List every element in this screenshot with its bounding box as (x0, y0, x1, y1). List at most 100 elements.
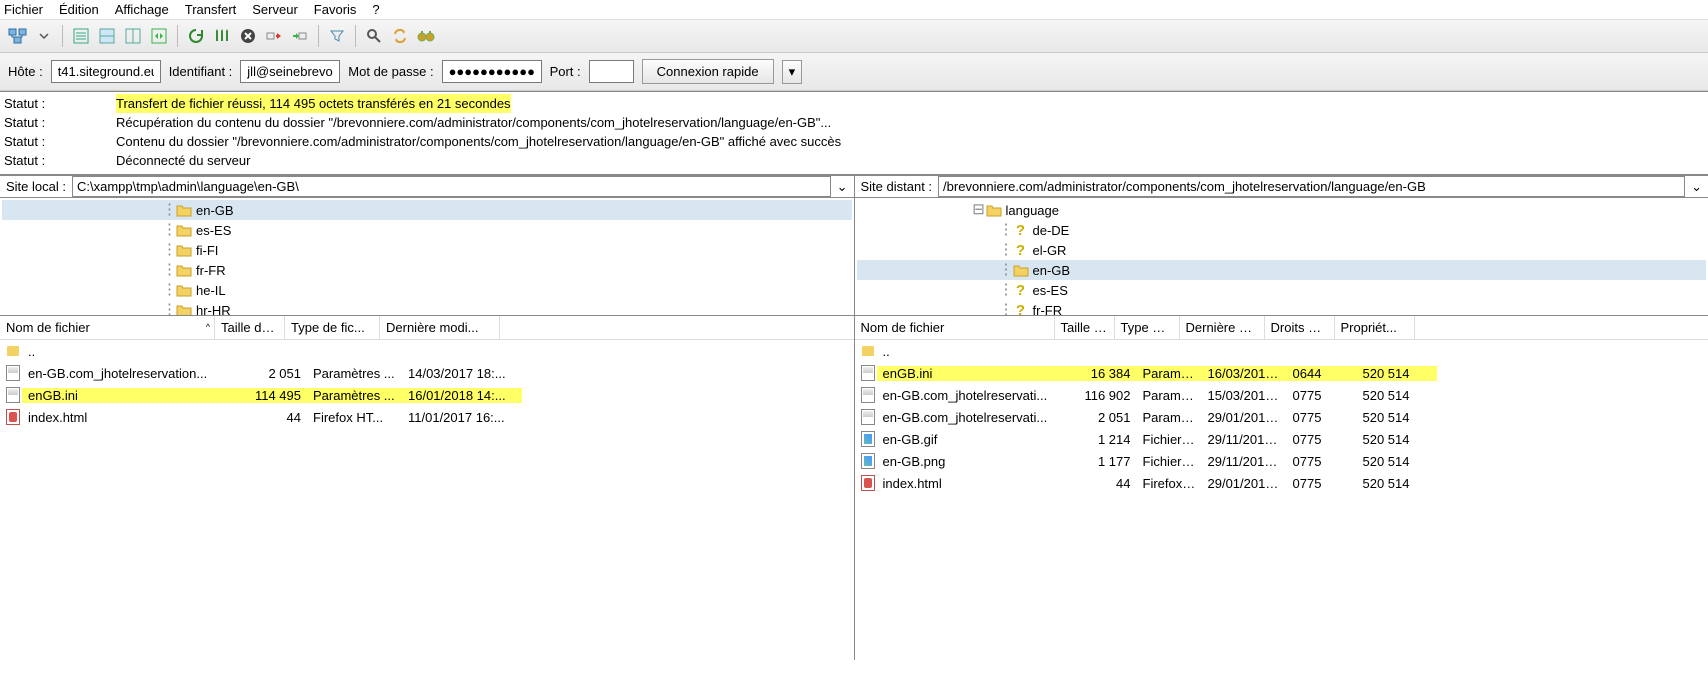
file-name: .. (877, 344, 1077, 359)
pass-input[interactable] (442, 60, 542, 83)
user-input[interactable] (240, 60, 340, 83)
remote-path-input[interactable] (938, 176, 1685, 197)
filter-icon[interactable] (325, 24, 349, 48)
cell-name: enGB.ini (22, 388, 237, 403)
site-manager-icon[interactable] (6, 24, 30, 48)
binoculars-icon[interactable] (414, 24, 438, 48)
cell-name: en-GB.com_jhotelreservati... (877, 410, 1077, 425)
folder-icon (176, 204, 192, 217)
tree-line: ⋮ (999, 284, 1013, 296)
tree-item[interactable]: ⋮en-GB (857, 260, 1707, 280)
reconnect-icon[interactable] (288, 24, 312, 48)
list-item[interactable]: enGB.ini16 384Paramètr...16/03/2019...06… (855, 362, 1708, 384)
cell-type: Firefox HT... (307, 410, 402, 425)
remote-list-header: Nom de fichier Taille d... Type de ... D… (855, 316, 1708, 340)
tree-item[interactable]: ⋮?fr-FR (857, 300, 1707, 316)
cell-date: 15/03/2019... (1202, 388, 1287, 403)
disconnect-icon[interactable] (262, 24, 286, 48)
tree-line: ⋮ (999, 304, 1013, 316)
menu-fav[interactable]: Favoris (314, 2, 357, 17)
list-item[interactable]: enGB.ini114 495Paramètres ...16/01/2018 … (0, 384, 854, 406)
menu-file[interactable]: Fichier (4, 2, 43, 17)
tree-item[interactable]: ⋮he-IL (2, 280, 852, 300)
message-log[interactable]: Statut :Transfert de fichier réussi, 114… (0, 91, 1708, 175)
tree-item[interactable]: ⊟ language (857, 200, 1707, 220)
tree-label: es-ES (196, 223, 231, 238)
tree-item[interactable]: ⋮fi-FI (2, 240, 852, 260)
menu-server[interactable]: Serveur (252, 2, 298, 17)
tree-item[interactable]: ⋮?de-DE (857, 220, 1707, 240)
folder-icon (176, 224, 192, 237)
col-date[interactable]: Dernière modi... (380, 316, 500, 339)
col-perm[interactable]: Droits d'... (1265, 316, 1335, 339)
col-size[interactable]: Taille d... (1055, 316, 1115, 339)
file-icon (861, 365, 875, 381)
tree-label: he-IL (196, 283, 226, 298)
cell-name: enGB.ini (877, 366, 1077, 381)
list-item[interactable]: en-GB.com_jhotelreservati...2 051Paramèt… (855, 406, 1708, 428)
tree-item[interactable]: ⋮en-GB (2, 200, 852, 220)
col-date[interactable]: Dernière m... (1180, 316, 1265, 339)
tree-item[interactable]: ⋮es-ES (2, 220, 852, 240)
process-queue-icon[interactable] (210, 24, 234, 48)
tree-label: de-DE (1033, 223, 1070, 238)
tree-label: language (1006, 203, 1060, 218)
dropdown-icon[interactable]: ⌄ (831, 179, 854, 195)
host-input[interactable] (51, 60, 161, 83)
tree-item[interactable]: ⋮hr-HR (2, 300, 852, 316)
refresh-icon[interactable] (184, 24, 208, 48)
quickconnect-button[interactable]: Connexion rapide (642, 59, 774, 84)
remote-file-list[interactable]: .. enGB.ini16 384Paramètr...16/03/2019...… (855, 340, 1708, 660)
tree-item[interactable]: ⋮fr-FR (2, 260, 852, 280)
parent-dir-row[interactable]: .. (855, 340, 1708, 362)
log-label: Statut : (4, 132, 116, 151)
list-item[interactable]: en-GB.png1 177Fichier P...29/11/2018...0… (855, 450, 1708, 472)
list-item[interactable]: en-GB.gif1 214Fichier GIF29/11/2018...07… (855, 428, 1708, 450)
list-item[interactable]: en-GB.com_jhotelreservation...2 051Param… (0, 362, 854, 384)
cell-perm: 0775 (1287, 432, 1357, 447)
col-size[interactable]: Taille de ... (215, 316, 285, 339)
col-name[interactable]: Nom de fichier^ (0, 316, 215, 339)
port-input[interactable] (589, 60, 634, 83)
log-message: Récupération du contenu du dossier "/bre… (116, 113, 831, 132)
list-item[interactable]: index.html44Firefox HT...11/01/2017 16:.… (0, 406, 854, 428)
collapse-icon[interactable]: ⊟ (972, 204, 986, 216)
menu-edit[interactable]: Édition (59, 2, 99, 17)
cell-type: Paramètr... (1137, 388, 1202, 403)
remote-site-label: Site distant : (855, 177, 939, 196)
toolbar (0, 20, 1708, 53)
cell-perm: 0775 (1287, 410, 1357, 425)
toggle-remote-tree-icon[interactable] (121, 24, 145, 48)
parent-dir-row[interactable]: .. (0, 340, 854, 362)
cell-perm: 0775 (1287, 388, 1357, 403)
tree-item[interactable]: ⋮?el-GR (857, 240, 1707, 260)
col-type[interactable]: Type de ... (1115, 316, 1180, 339)
pass-label: Mot de passe : (348, 64, 433, 79)
menu-view[interactable]: Affichage (115, 2, 169, 17)
quickconnect-dropdown-icon[interactable]: ▾ (782, 60, 803, 84)
menu-transfer[interactable]: Transfert (185, 2, 237, 17)
search-icon[interactable] (362, 24, 386, 48)
col-name[interactable]: Nom de fichier (855, 316, 1055, 339)
dropdown-icon[interactable]: ⌄ (1685, 179, 1708, 195)
toggle-queue-icon[interactable] (147, 24, 171, 48)
local-file-list[interactable]: .. en-GB.com_jhotelreservation...2 051Par… (0, 340, 854, 660)
tree-item[interactable]: ⋮?es-ES (857, 280, 1707, 300)
cancel-icon[interactable] (236, 24, 260, 48)
site-manager-dropdown-icon[interactable] (32, 24, 56, 48)
list-item[interactable]: index.html44Firefox ...29/01/2019...0775… (855, 472, 1708, 494)
cell-date: 14/03/2017 18:... (402, 366, 522, 381)
cell-date: 29/01/2019... (1202, 410, 1287, 425)
col-type[interactable]: Type de fic... (285, 316, 380, 339)
toggle-log-icon[interactable] (69, 24, 93, 48)
list-item[interactable]: en-GB.com_jhotelreservati...116 902Param… (855, 384, 1708, 406)
local-tree[interactable]: ⋮en-GB⋮es-ES⋮fi-FI⋮fr-FR⋮he-IL⋮hr-HR (0, 198, 854, 316)
remote-tree[interactable]: ⊟ language ⋮?de-DE⋮?el-GR⋮en-GB⋮?es-ES⋮?fr… (855, 198, 1708, 316)
local-path-input[interactable] (72, 176, 831, 197)
file-icon (861, 387, 875, 403)
file-name: .. (22, 344, 237, 359)
menu-help[interactable]: ? (372, 2, 379, 17)
col-owner[interactable]: Propriét... (1335, 316, 1415, 339)
sync-icon[interactable] (388, 24, 412, 48)
toggle-local-tree-icon[interactable] (95, 24, 119, 48)
